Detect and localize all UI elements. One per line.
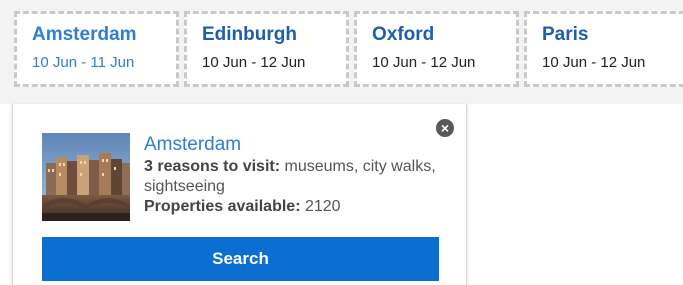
reasons-to-visit: 3 reasons to visit: museums, city walks,… [144,157,444,197]
destination-photo [42,133,130,221]
destination-card-edinburgh[interactable]: Edinburgh 10 Jun - 12 Jun [184,11,349,87]
canal-houses-image [42,133,130,221]
destination-city[interactable]: Edinburgh [202,23,346,47]
search-button[interactable]: Search [42,237,439,281]
destination-dates: 10 Jun - 11 Jun [32,54,135,71]
destination-dates: 10 Jun - 12 Jun [202,54,306,71]
destination-city[interactable]: Amsterdam [32,23,176,47]
destination-card-oxford[interactable]: Oxford 10 Jun - 12 Jun [354,11,519,87]
properties-label: Properties available: [144,198,301,215]
destination-strip: Amsterdam 10 Jun - 11 Jun Edinburgh 10 J… [0,0,683,104]
destination-card-amsterdam[interactable]: Amsterdam 10 Jun - 11 Jun [14,11,179,87]
destination-card-paris[interactable]: Paris 10 Jun - 12 Jun [524,11,683,87]
properties-value: 2120 [300,198,341,215]
destination-info: Amsterdam 3 reasons to visit: museums, c… [144,133,444,217]
destination-popover: × Amsterdam 3 reasons to visit: museums,… [12,104,467,285]
reasons-label: 3 reasons to visit: [144,158,281,175]
properties-available: Properties available: 2120 [144,197,444,217]
page: Amsterdam 10 Jun - 11 Jun Edinburgh 10 J… [0,0,683,285]
destination-dates: 10 Jun - 12 Jun [372,54,476,71]
destination-city[interactable]: Oxford [372,23,516,47]
destination-city[interactable]: Paris [542,23,683,47]
popover-city-link[interactable]: Amsterdam [144,133,444,157]
destination-dates: 10 Jun - 12 Jun [542,54,646,71]
